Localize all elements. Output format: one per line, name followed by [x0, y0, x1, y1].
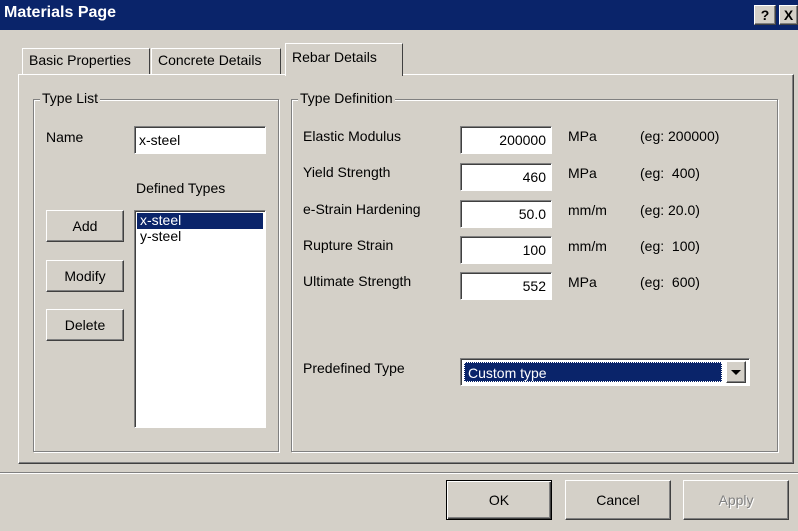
delete-button-label: Delete [64, 317, 106, 333]
add-button-label: Add [72, 218, 98, 234]
ultimate-strength-label: Ultimate Strength [303, 273, 412, 289]
tab-label: Rebar Details [292, 49, 377, 65]
predefined-type-value: Custom type [464, 362, 722, 382]
list-item-x-steel[interactable]: x-steel [137, 213, 263, 229]
window-title: Materials Page [4, 4, 117, 21]
apply-button-label: Apply [718, 492, 754, 508]
yield-strength-input[interactable]: 460 [460, 163, 552, 191]
tab-rebar-details[interactable]: Rebar Details [285, 43, 403, 76]
chevron-down-icon [731, 370, 741, 375]
cancel-button-label: Cancel [596, 492, 640, 508]
add-button[interactable]: Add [46, 210, 124, 242]
e-strain-hardening-example: (eg: 20.0) [640, 202, 700, 218]
title-bar [0, 0, 798, 30]
rupture-strain-label: Rupture Strain [303, 237, 394, 253]
rupture-strain-unit: mm/m [568, 238, 607, 254]
ok-button[interactable]: OK [446, 480, 552, 520]
dropdown-button[interactable] [726, 361, 746, 383]
defined-types-label: Defined Types [136, 180, 226, 196]
modify-button[interactable]: Modify [46, 260, 124, 292]
ultimate-strength-example: (eg: 600) [640, 274, 700, 290]
tab-label: Basic Properties [29, 52, 131, 68]
type-list-group-label: Type List [40, 90, 101, 106]
rupture-strain-example: (eg: 100) [640, 238, 700, 254]
yield-strength-unit: MPa [568, 165, 597, 181]
e-strain-hardening-unit: mm/m [568, 202, 607, 218]
tab-concrete-details[interactable]: Concrete Details [151, 48, 281, 74]
name-input[interactable]: x-steel [134, 126, 266, 154]
name-label: Name [46, 129, 84, 145]
tab-basic-properties[interactable]: Basic Properties [22, 48, 150, 74]
defined-types-listbox[interactable]: x-steel y-steel [134, 210, 266, 428]
rupture-strain-input[interactable]: 100 [460, 236, 552, 264]
elastic-modulus-label: Elastic Modulus [303, 128, 402, 144]
elastic-modulus-unit: MPa [568, 128, 597, 144]
apply-button[interactable]: Apply [683, 480, 789, 520]
ultimate-strength-unit: MPa [568, 274, 597, 290]
type-definition-group-label: Type Definition [298, 90, 395, 106]
list-item-y-steel[interactable]: y-steel [137, 229, 263, 245]
close-button[interactable]: X [779, 5, 798, 25]
predefined-type-label: Predefined Type [303, 360, 405, 376]
elastic-modulus-input[interactable]: 200000 [460, 126, 552, 154]
separator-highlight [0, 473, 798, 474]
e-strain-hardening-input[interactable]: 50.0 [460, 200, 552, 228]
modify-button-label: Modify [64, 268, 106, 284]
tab-label: Concrete Details [158, 52, 262, 68]
yield-strength-label: Yield Strength [303, 164, 391, 180]
predefined-type-select[interactable]: Custom type [460, 358, 750, 386]
yield-strength-example: (eg: 400) [640, 165, 700, 181]
ultimate-strength-input[interactable]: 552 [460, 272, 552, 300]
help-button[interactable]: ? [754, 5, 776, 25]
ok-button-label: OK [488, 492, 510, 508]
elastic-modulus-example: (eg: 200000) [640, 128, 720, 144]
delete-button[interactable]: Delete [46, 309, 124, 341]
cancel-button[interactable]: Cancel [565, 480, 671, 520]
e-strain-hardening-label: e-Strain Hardening [303, 201, 421, 217]
